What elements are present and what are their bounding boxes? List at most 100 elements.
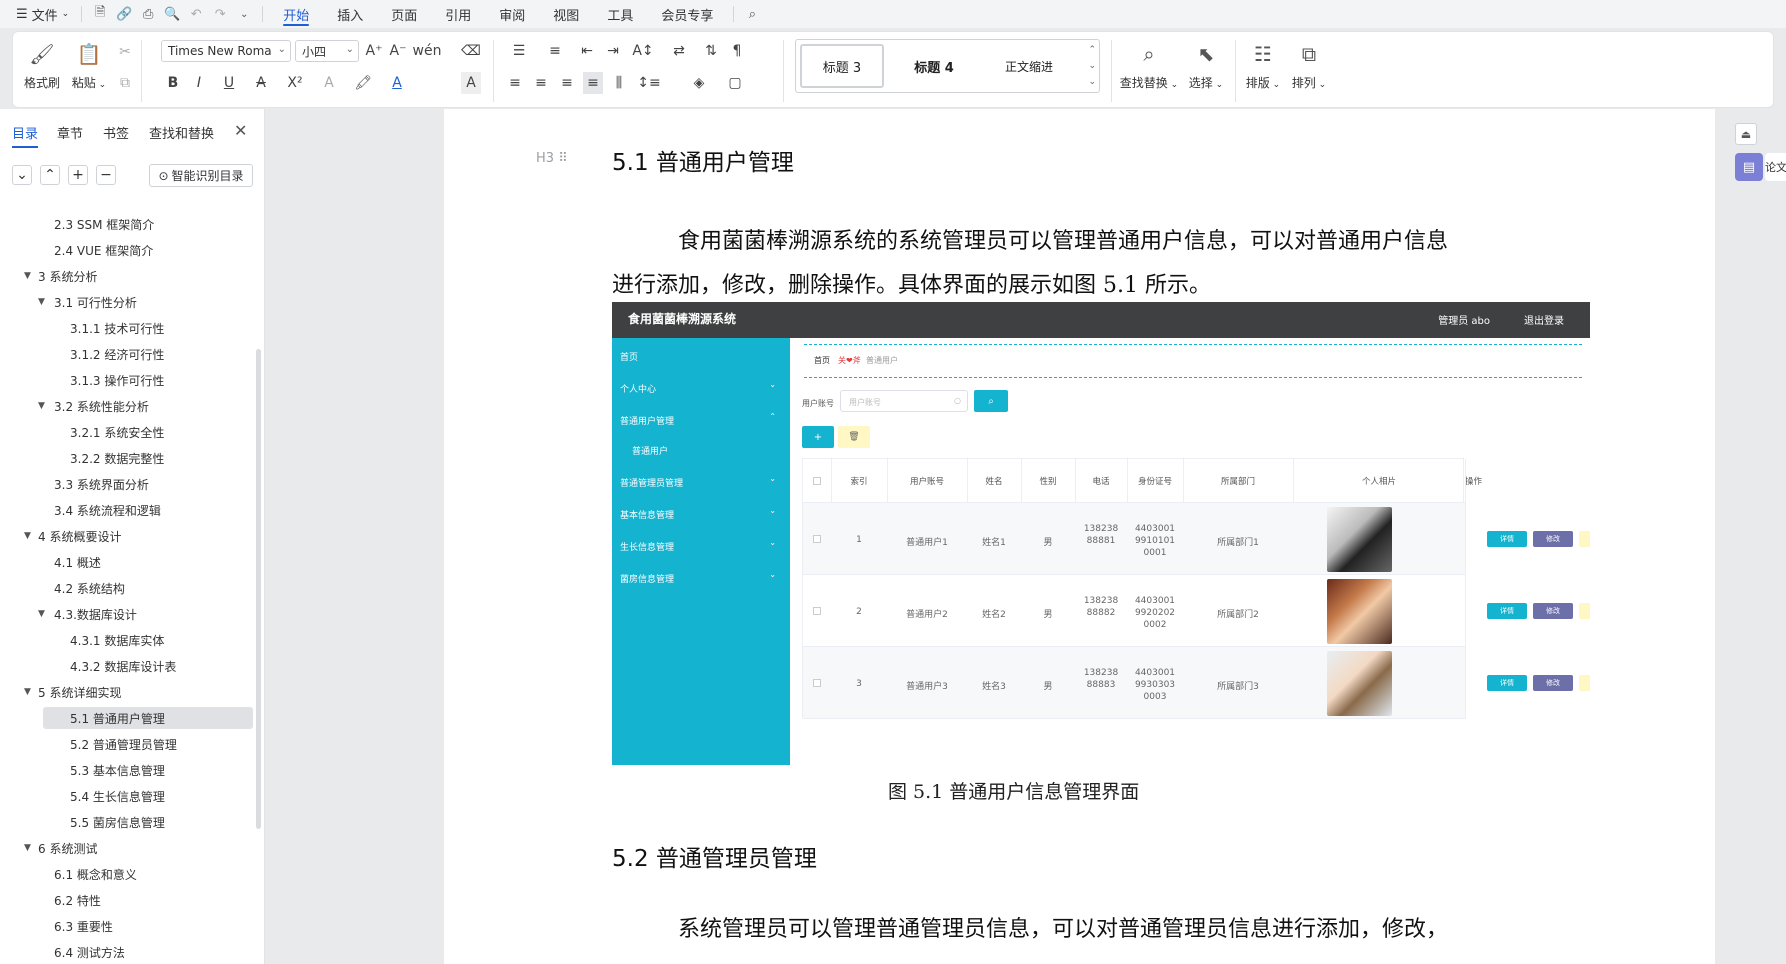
toc-item[interactable]: ▼ 5 系统详细实现 <box>0 680 258 704</box>
toc-item[interactable]: 3.4 系统流程和逻辑 <box>0 498 258 522</box>
toc-item[interactable]: 4.1 概述 <box>0 550 258 574</box>
border-icon[interactable]: ▢ <box>721 72 749 94</box>
toc-item[interactable]: 3.3 系统界面分析 <box>0 472 258 496</box>
collapse-all-button[interactable]: ⌄ <box>12 165 32 185</box>
paper-tab[interactable]: 论文 <box>1765 153 1786 181</box>
tab-find-replace[interactable]: 查找和替换 <box>149 123 214 142</box>
undo-icon[interactable]: ↶ <box>184 0 208 28</box>
text-effect-icon[interactable]: A <box>317 72 341 94</box>
cut-icon[interactable]: ✂ <box>117 41 133 63</box>
toc-item[interactable]: 5.4 生长信息管理 <box>0 784 258 808</box>
sort-icon[interactable]: ⇅ <box>701 40 721 62</box>
toc-item[interactable]: 6.4 测试方法 <box>0 940 258 964</box>
gallery-scroll[interactable]: ⌃ ⌄ ⌄ <box>1088 42 1096 90</box>
paste-button[interactable]: 📋 粘贴 ⌄ <box>67 32 111 91</box>
select-button[interactable]: ⬉ 选择 ⌄ <box>1183 32 1229 91</box>
tab-2[interactable]: 页面 <box>377 0 431 28</box>
tab-4[interactable]: 审阅 <box>485 0 539 28</box>
tab-bookmarks[interactable]: 书签 <box>103 123 129 142</box>
toc-item[interactable]: 3.2.1 系统安全性 <box>0 420 258 444</box>
italic-icon[interactable]: I <box>191 72 207 94</box>
toc-item[interactable]: 2.4 VUE 框架简介 <box>0 238 258 262</box>
print-icon[interactable]: ⎙ <box>136 0 160 28</box>
toc-item[interactable]: ▼ 3.1 可行性分析 <box>0 290 258 314</box>
convert-icon[interactable]: ⇄ <box>665 40 693 62</box>
superscript-icon[interactable]: X² <box>281 72 309 94</box>
section-heading-5-2[interactable]: 5.2 普通管理员管理 <box>612 839 817 873</box>
font-name-select[interactable]: Times New Roma ⌄ <box>161 40 291 62</box>
redo-icon[interactable]: ↷ <box>208 0 232 28</box>
toc-item[interactable]: 3.1.2 经济可行性 <box>0 342 258 366</box>
font-size-select[interactable]: 小四 ⌄ <box>295 40 359 62</box>
show-marks-icon[interactable]: ¶ <box>727 40 747 62</box>
more-chevron-icon[interactable]: ⌄ <box>232 0 256 28</box>
print-preview-icon[interactable]: 🔍 <box>160 0 184 28</box>
save-icon[interactable]: 🗎 <box>88 0 112 28</box>
paper-icon[interactable]: ▤ <box>1735 153 1763 181</box>
toc-item[interactable]: ▼ 3.2 系统性能分析 <box>0 394 258 418</box>
search-icon[interactable]: ⌕ <box>740 0 764 28</box>
figure-caption[interactable]: 图 5.1 普通用户信息管理界面 <box>888 777 1139 804</box>
toc-item[interactable]: 2.3 SSM 框架简介 <box>0 212 258 236</box>
toc-item[interactable]: ▼ 3 系统分析 <box>0 264 258 288</box>
bold-icon[interactable]: B <box>165 72 181 94</box>
line-spacing-icon[interactable]: ↕≡ <box>635 72 663 94</box>
toc-item[interactable]: 6.3 重要性 <box>0 914 258 938</box>
paragraph-line[interactable]: 进行添加，修改，删除操作。具体界面的展示如图 5.1 所示。 <box>612 267 1211 299</box>
tab-1[interactable]: 插入 <box>323 0 377 28</box>
align-right-icon[interactable]: ≡ <box>557 72 577 94</box>
tab-3[interactable]: 引用 <box>431 0 485 28</box>
font-color-icon[interactable]: A <box>385 72 409 94</box>
tab-5[interactable]: 视图 <box>539 0 593 28</box>
copy-icon[interactable]: ⧉ <box>117 72 133 94</box>
toc-item[interactable]: 3.2.2 数据完整性 <box>0 446 258 470</box>
style-heading-4[interactable]: 标题 4 <box>892 44 976 88</box>
toc-item[interactable]: 4.3.1 数据库实体 <box>0 628 258 652</box>
expand-arrow-icon[interactable]: ▼ <box>24 271 31 281</box>
expand-arrow-icon[interactable]: ▼ <box>38 609 45 619</box>
toc-item[interactable]: 5.2 普通管理员管理 <box>0 732 258 756</box>
tab-0[interactable]: 开始 <box>269 0 323 28</box>
shrink-font-icon[interactable]: A⁻ <box>389 40 407 62</box>
tab-7[interactable]: 会员专享 <box>647 0 727 28</box>
expand-up-button[interactable]: ⌃ <box>40 165 60 185</box>
justify-icon[interactable]: ≡ <box>583 72 603 94</box>
expand-arrow-icon[interactable]: ▼ <box>24 531 31 541</box>
expand-arrow-icon[interactable]: ▼ <box>24 687 31 697</box>
toc-item[interactable]: ▼ 4 系统概要设计 <box>0 524 258 548</box>
phonetic-icon[interactable]: wén <box>413 40 442 62</box>
tab-chapters[interactable]: 章节 <box>57 123 83 142</box>
toc-item[interactable]: 4.2 系统结构 <box>0 576 258 600</box>
toc-scrollbar[interactable] <box>256 349 261 829</box>
expand-arrow-icon[interactable]: ▼ <box>24 843 31 853</box>
toc-item[interactable]: ▼ 6 系统测试 <box>0 836 258 860</box>
shading-icon[interactable]: ◈ <box>685 72 713 94</box>
bullet-list-icon[interactable]: ☰ <box>505 40 533 62</box>
layout-button[interactable]: ☷ 排版 ⌄ <box>1243 32 1283 91</box>
toc-item[interactable]: 6.1 概念和意义 <box>0 862 258 886</box>
smart-toc-button[interactable]: ⊙ 智能识别目录 <box>149 164 253 187</box>
section-heading-5-1[interactable]: 5.1 普通用户管理 <box>612 143 794 177</box>
toc-item[interactable]: 3.1.1 技术可行性 <box>0 316 258 340</box>
strikethrough-icon[interactable]: A <box>249 72 273 94</box>
add-heading-button[interactable]: + <box>68 165 88 185</box>
share-icon[interactable]: 🔗 <box>112 0 136 28</box>
highlight-icon[interactable]: 🖍 <box>349 72 377 94</box>
distribute-icon[interactable]: ⫼ <box>609 72 629 94</box>
toc-item[interactable]: 3.1.3 操作可行性 <box>0 368 258 392</box>
expand-arrow-icon[interactable]: ▼ <box>38 401 45 411</box>
align-center-icon[interactable]: ≡ <box>531 72 551 94</box>
paragraph-line[interactable]: 食用菌菌棒溯源系统的系统管理员可以管理普通用户信息，可以对普通用户信息 <box>678 223 1448 255</box>
collapse-icon[interactable]: ⏏ <box>1735 123 1757 145</box>
grow-font-icon[interactable]: A⁺ <box>365 40 383 62</box>
toc-item[interactable]: 5.3 基本信息管理 <box>0 758 258 782</box>
file-menu[interactable]: ☰ 文件 ⌄ <box>10 0 75 28</box>
char-shading-icon[interactable]: A <box>461 72 481 94</box>
style-heading-3[interactable]: 标题 3 <box>800 44 884 88</box>
tab-toc[interactable]: 目录 <box>12 123 39 148</box>
remove-heading-button[interactable]: − <box>96 165 116 185</box>
toc-item[interactable]: 5.5 菌房信息管理 <box>0 810 258 834</box>
tab-6[interactable]: 工具 <box>593 0 647 28</box>
toc-item[interactable]: 6.2 特性 <box>0 888 258 912</box>
arrange-button[interactable]: ⧉ 排列 ⌄ <box>1289 32 1329 91</box>
